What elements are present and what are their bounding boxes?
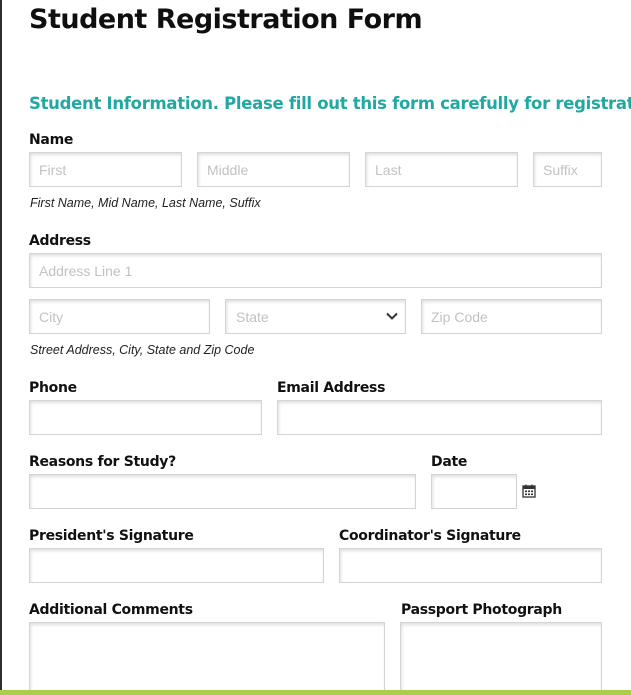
coordinator-signature-input[interactable]	[339, 548, 602, 583]
comments-label: Additional Comments	[29, 602, 193, 618]
president-signature-input[interactable]	[29, 548, 324, 583]
reasons-input[interactable]	[29, 474, 416, 509]
state-select[interactable]: State	[225, 299, 406, 334]
phone-input[interactable]	[29, 400, 262, 435]
form-title: Student Registration Form	[29, 4, 423, 35]
zip-code-input[interactable]	[421, 299, 602, 334]
date-input[interactable]	[431, 474, 517, 509]
section-title: Student Information. Please fill out thi…	[29, 94, 631, 113]
comments-textarea[interactable]	[29, 622, 385, 695]
phone-label: Phone	[29, 380, 77, 396]
chevron-down-icon	[386, 312, 398, 320]
reasons-label: Reasons for Study?	[29, 454, 176, 470]
president-signature-label: President's Signature	[29, 528, 194, 544]
name-hint: First Name, Mid Name, Last Name, Suffix	[30, 196, 261, 210]
middle-name-input[interactable]	[197, 152, 350, 187]
email-label: Email Address	[277, 380, 386, 396]
address-hint: Street Address, City, State and Zip Code	[30, 343, 255, 357]
email-input[interactable]	[277, 400, 602, 435]
suffix-input[interactable]	[533, 152, 602, 187]
calendar-icon[interactable]	[522, 484, 536, 498]
name-label: Name	[29, 132, 74, 148]
passport-photo-label: Passport Photograph	[401, 602, 562, 618]
city-input[interactable]	[29, 299, 210, 334]
first-name-input[interactable]	[29, 152, 182, 187]
state-select-placeholder: State	[236, 309, 269, 325]
address-label: Address	[29, 233, 91, 249]
passport-photo-upload[interactable]	[400, 622, 602, 695]
coordinator-signature-label: Coordinator's Signature	[339, 528, 521, 544]
last-name-input[interactable]	[365, 152, 518, 187]
date-label: Date	[431, 454, 468, 470]
address-line1-input[interactable]	[29, 253, 602, 288]
left-border	[0, 0, 2, 695]
bottom-accent-bar	[0, 690, 631, 695]
